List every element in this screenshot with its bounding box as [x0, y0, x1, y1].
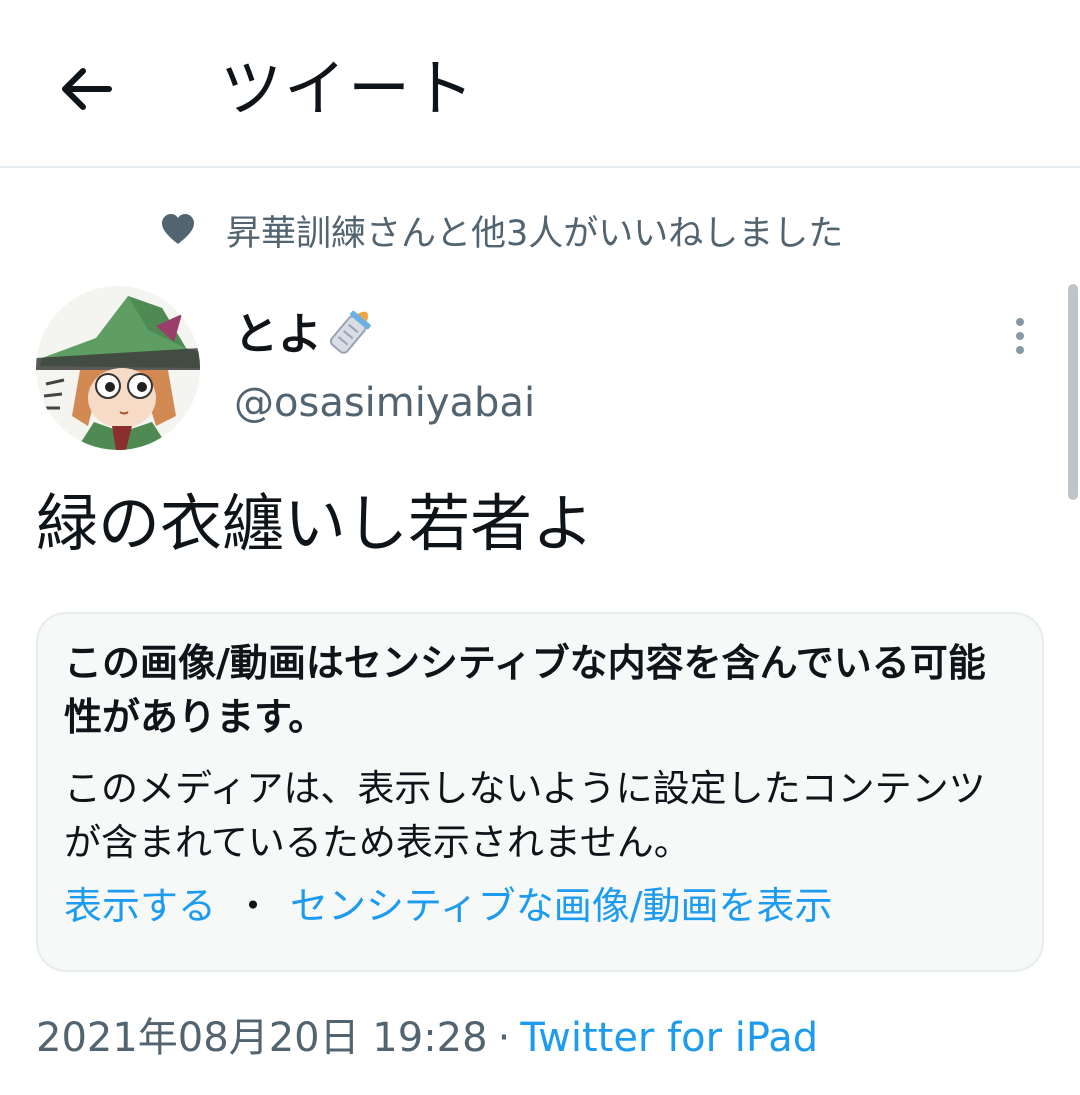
- sensitive-settings-link[interactable]: センシティブな画像/動画を表示: [290, 884, 833, 928]
- sensitive-media-notice: この画像/動画はセンシティブな内容を含んでいる可能性があります。 このメディアは…: [36, 612, 1044, 972]
- back-button[interactable]: [40, 44, 130, 134]
- page-title: ツイート: [220, 52, 477, 125]
- avatar-illustration: [36, 286, 200, 450]
- tweet-text: 緑の衣纏いし若者よ: [36, 487, 595, 560]
- scrollbar[interactable]: [1068, 284, 1078, 500]
- more-dot-icon: [1016, 332, 1024, 340]
- author-name-row[interactable]: とよ: [234, 300, 380, 360]
- link-separator: ・: [234, 884, 273, 928]
- baby-bottle-icon: [329, 310, 371, 354]
- more-options-button[interactable]: [990, 308, 1050, 364]
- arrow-left-icon: [62, 68, 112, 110]
- meta-separator: ·: [497, 1015, 511, 1061]
- display-name: とよ: [234, 309, 322, 360]
- sensitive-notice-body: このメディアは、表示しないように設定したコンテンツが含まれているため表示されませ…: [64, 767, 986, 864]
- sensitive-notice-title: この画像/動画はセンシティブな内容を含んでいる可能性があります。: [64, 641, 986, 739]
- social-context-label: 昇華訓練さんと他3人がいいねしました: [226, 213, 844, 254]
- more-dot-icon: [1016, 318, 1024, 326]
- sensitive-notice-links: 表示する・センシティブな画像/動画を表示: [64, 878, 1016, 934]
- tweet-meta: 2021年08月20日 19:28 · Twitter for iPad: [36, 1010, 818, 1066]
- author-handle[interactable]: @osasimiyabai: [234, 380, 535, 426]
- heart-icon: [162, 214, 194, 244]
- avatar[interactable]: [36, 286, 200, 450]
- tweet-source-link[interactable]: Twitter for iPad: [520, 1015, 818, 1061]
- tweet-timestamp[interactable]: 2021年08月20日 19:28: [36, 1015, 488, 1061]
- more-dot-icon: [1016, 346, 1024, 354]
- header-bar: ツイート: [0, 0, 1080, 168]
- social-context[interactable]: 昇華訓練さんと他3人がいいねしました: [160, 202, 843, 258]
- show-media-link[interactable]: 表示する: [64, 884, 216, 928]
- tweet-detail-page: ツイート 昇華訓練さんと他3人がいいねしました とよ @osasimiyabai…: [0, 0, 1080, 1095]
